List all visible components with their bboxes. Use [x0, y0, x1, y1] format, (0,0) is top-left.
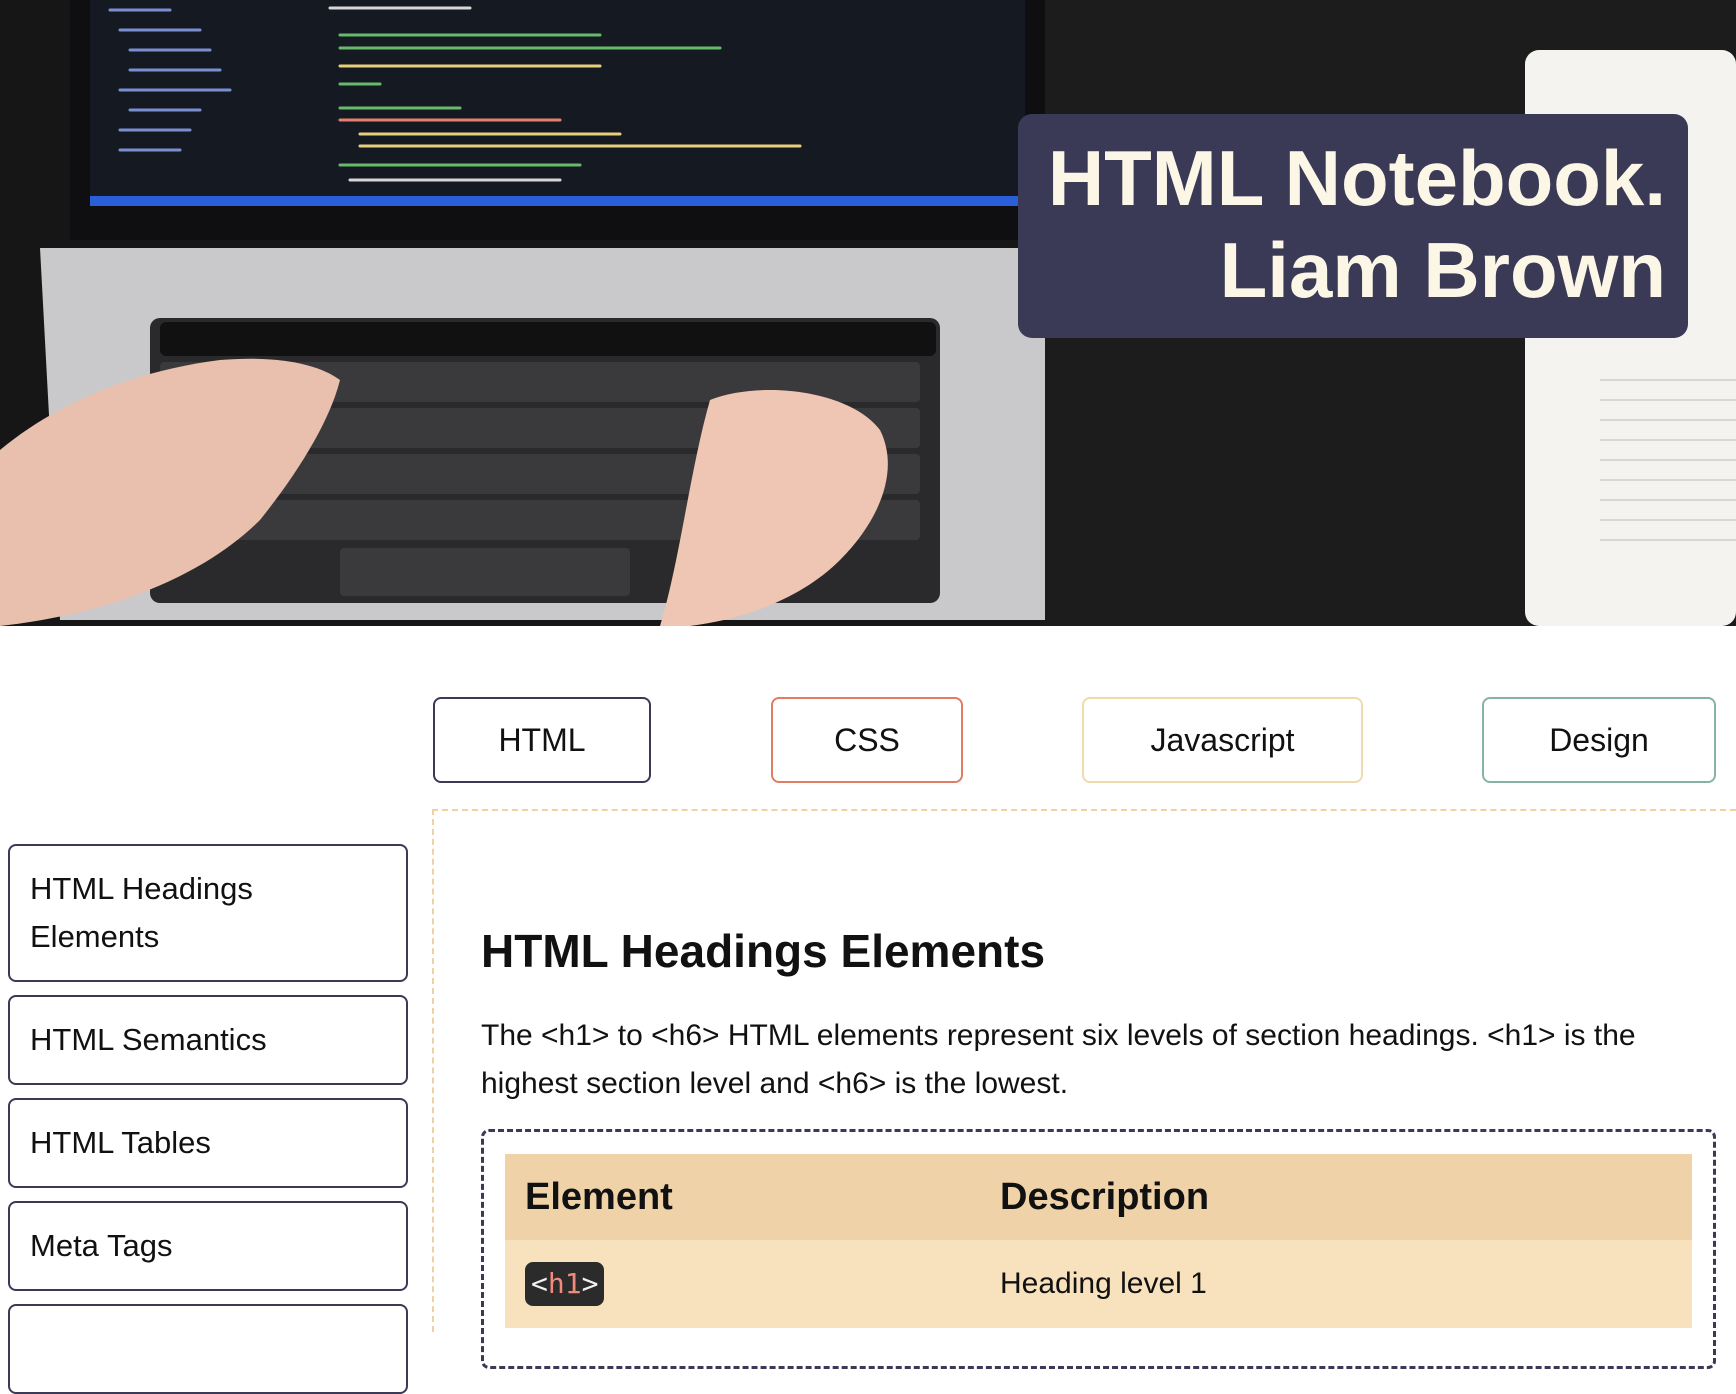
code-tag-close: >	[581, 1267, 599, 1300]
section-heading: HTML Headings Elements	[481, 925, 1046, 977]
table-cell-description: Heading level 1	[1000, 1240, 1692, 1328]
table-cell-element: <h1>	[505, 1240, 1000, 1328]
table-header-row: Element Description	[505, 1154, 1692, 1240]
table-row: <h1> Heading level 1	[505, 1240, 1692, 1328]
hero-banner: HTML Notebook. Liam Brown	[0, 0, 1736, 626]
content-left-divider	[432, 809, 434, 1332]
site-title: HTML Notebook. Liam Brown	[1018, 114, 1688, 338]
column-header-description: Description	[1000, 1154, 1692, 1240]
sidebar-item-html-tables[interactable]: HTML Tables	[8, 1098, 408, 1188]
code-tag-open: <	[531, 1267, 548, 1300]
sidebar-item-next[interactable]	[8, 1304, 408, 1394]
section-description: The <h1> to <h6> HTML elements represent…	[481, 1019, 1636, 1100]
code-tag-name: h1	[547, 1267, 582, 1300]
sidebar-item-label: HTML Tables	[30, 1125, 211, 1160]
sidebar-item-html-semantics[interactable]: HTML Semantics	[8, 995, 408, 1085]
sidebar-item-label: HTML Semantics	[30, 1022, 267, 1057]
sidebar-item-meta-tags[interactable]: Meta Tags	[8, 1201, 408, 1291]
sidebar-item-label: HTML Headings Elements	[30, 871, 253, 954]
tab-html[interactable]: HTML	[433, 697, 651, 783]
tab-design[interactable]: Design	[1482, 697, 1716, 783]
tab-css[interactable]: CSS	[771, 697, 963, 783]
headings-table: Element Description <h1> Heading level 1	[505, 1154, 1692, 1328]
tab-javascript[interactable]: Javascript	[1082, 697, 1363, 783]
sidebar-item-html-headings-elements[interactable]: HTML Headings Elements	[8, 844, 408, 982]
sidebar-item-label: Meta Tags	[30, 1228, 173, 1263]
site-title-line2: Liam Brown	[1219, 226, 1666, 314]
content-top-divider	[432, 809, 1736, 811]
site-title-line1: HTML Notebook.	[1047, 134, 1666, 222]
code-tag: <h1>	[525, 1262, 605, 1306]
column-header-element: Element	[505, 1154, 1000, 1240]
